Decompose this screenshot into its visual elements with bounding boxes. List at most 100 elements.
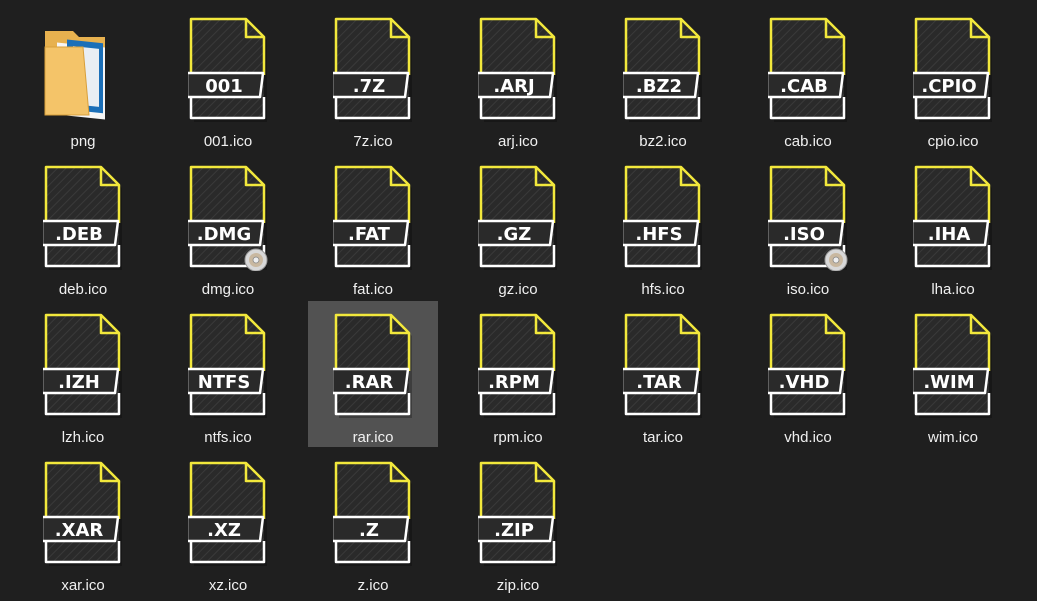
file-name-label: vhd.ico	[784, 429, 832, 446]
file-name-label: cpio.ico	[927, 133, 979, 150]
archive-file-icon: .IZH	[43, 313, 123, 419]
file-item[interactable]: .TAR tar.ico	[598, 301, 728, 447]
file-item[interactable]: .DMG dmg.ico	[163, 153, 293, 299]
file-extension-label: 001	[205, 76, 243, 97]
archive-file-icon: .CPIO	[913, 17, 993, 123]
archive-file-icon: .TAR	[623, 313, 703, 419]
file-name-label: fat.ico	[352, 281, 394, 298]
file-grid: png 001 001.ico .7Z 7z.ico .ARJ arj.ico .BZ2 bz2…	[0, 0, 1037, 601]
file-item[interactable]: .ARJ arj.ico	[453, 5, 583, 151]
archive-file-icon: .XZ	[188, 461, 268, 567]
file-extension-label: .Z	[359, 520, 379, 541]
file-extension-label: .BZ2	[636, 76, 682, 97]
archive-file-icon: .WIM	[913, 313, 993, 419]
file-item[interactable]: .GZ gz.ico	[453, 153, 583, 299]
file-name-label: iso.ico	[786, 281, 830, 298]
archive-file-icon: .RAR	[333, 313, 413, 419]
file-extension-label: NTFS	[198, 372, 251, 393]
archive-file-icon: .VHD	[768, 313, 848, 419]
file-item[interactable]: .BZ2 bz2.ico	[598, 5, 728, 151]
file-item[interactable]: .IZH lzh.ico	[18, 301, 148, 447]
file-item[interactable]: .HFS hfs.ico	[598, 153, 728, 299]
file-name-label: arj.ico	[497, 133, 538, 150]
file-name-label: dmg.ico	[201, 281, 255, 298]
folder-icon	[43, 17, 123, 123]
file-name-label: lha.ico	[931, 281, 975, 298]
file-name-label: wim.ico	[927, 429, 978, 446]
file-item[interactable]: .VHD vhd.ico	[743, 301, 873, 447]
file-extension-label: .CPIO	[921, 76, 976, 97]
file-extension-label: .ZIP	[494, 520, 534, 541]
file-extension-label: .GZ	[497, 224, 532, 245]
archive-file-icon: .XAR	[43, 461, 123, 567]
file-name-label: rar.ico	[352, 429, 394, 446]
archive-file-icon: .ZIP	[478, 461, 558, 567]
file-name-label: ntfs.ico	[204, 429, 252, 446]
file-item[interactable]: 001 001.ico	[163, 5, 293, 151]
file-extension-label: .FAT	[348, 224, 391, 245]
file-item[interactable]: .RAR rar.ico	[308, 301, 438, 447]
file-item[interactable]: .7Z 7z.ico	[308, 5, 438, 151]
file-name-label: hfs.ico	[641, 281, 685, 298]
file-name-label: gz.ico	[498, 281, 538, 298]
file-extension-label: .ISO	[783, 224, 825, 245]
file-item[interactable]: NTFS ntfs.ico	[163, 301, 293, 447]
file-extension-label: .WIM	[923, 372, 974, 393]
file-name-label: xz.ico	[208, 577, 248, 594]
folder-item[interactable]: png	[18, 5, 148, 151]
archive-file-icon: .ARJ	[478, 17, 558, 123]
file-extension-label: .TAR	[636, 372, 682, 393]
file-item[interactable]: .XZ xz.ico	[163, 449, 293, 595]
file-extension-label: .XAR	[55, 520, 104, 541]
file-item[interactable]: .Z z.ico	[308, 449, 438, 595]
file-item[interactable]: .ZIP zip.ico	[453, 449, 583, 595]
file-name-label: xar.ico	[61, 577, 105, 594]
file-extension-label: .RAR	[345, 372, 394, 393]
file-extension-label: .VHD	[779, 372, 830, 393]
archive-file-icon: .DEB	[43, 165, 123, 271]
archive-file-icon: .GZ	[478, 165, 558, 271]
file-extension-label: .CAB	[780, 76, 828, 97]
file-name-label: tar.ico	[642, 429, 684, 446]
file-extension-label: .DEB	[55, 224, 103, 245]
archive-file-icon: 001	[188, 17, 268, 123]
file-extension-label: .DMG	[197, 224, 251, 245]
file-name-label: rpm.ico	[493, 429, 543, 446]
file-extension-label: .XZ	[207, 520, 241, 541]
file-name-label: 001.ico	[203, 133, 253, 150]
file-name-label: zip.ico	[496, 577, 540, 594]
file-name-label: bz2.ico	[639, 133, 687, 150]
file-item[interactable]: .XAR xar.ico	[18, 449, 148, 595]
file-item[interactable]: .CAB cab.ico	[743, 5, 873, 151]
file-item[interactable]: .ISO iso.ico	[743, 153, 873, 299]
file-extension-label: .IHA	[928, 224, 971, 245]
file-item[interactable]: .RPM rpm.ico	[453, 301, 583, 447]
file-name-label: png	[70, 133, 96, 150]
archive-file-icon: .7Z	[333, 17, 413, 123]
archive-file-icon: .RPM	[478, 313, 558, 419]
archive-file-icon: .FAT	[333, 165, 413, 271]
archive-file-icon: NTFS	[188, 313, 268, 419]
archive-file-icon: .DMG	[188, 165, 268, 271]
archive-file-icon: .BZ2	[623, 17, 703, 123]
file-name-label: deb.ico	[58, 281, 108, 298]
file-name-label: z.ico	[357, 577, 389, 594]
file-name-label: 7z.ico	[353, 133, 393, 150]
file-extension-label: .ARJ	[493, 76, 534, 97]
file-name-label: cab.ico	[784, 133, 832, 150]
file-item[interactable]: .IHA lha.ico	[888, 153, 1018, 299]
file-extension-label: .RPM	[488, 372, 540, 393]
archive-file-icon: .ISO	[768, 165, 848, 271]
file-item[interactable]: .WIM wim.ico	[888, 301, 1018, 447]
file-extension-label: .7Z	[353, 76, 385, 97]
archive-file-icon: .IHA	[913, 165, 993, 271]
archive-file-icon: .HFS	[623, 165, 703, 271]
archive-file-icon: .Z	[333, 461, 413, 567]
file-item[interactable]: .CPIO cpio.ico	[888, 5, 1018, 151]
file-extension-label: .HFS	[635, 224, 682, 245]
file-item[interactable]: .FAT fat.ico	[308, 153, 438, 299]
archive-file-icon: .CAB	[768, 17, 848, 123]
file-extension-label: .IZH	[58, 372, 100, 393]
file-name-label: lzh.ico	[61, 429, 105, 446]
file-item[interactable]: .DEB deb.ico	[18, 153, 148, 299]
